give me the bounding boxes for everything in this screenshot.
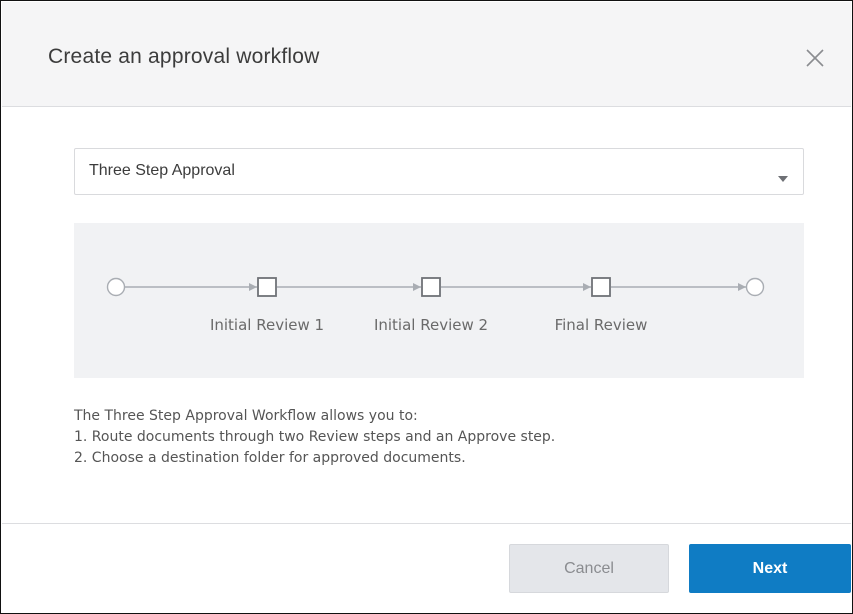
step-label-final-review: Final Review [554, 316, 648, 334]
step-node-1-icon [257, 277, 277, 297]
description-line: The Three Step Approval Workflow allows … [74, 408, 418, 424]
close-icon[interactable] [803, 46, 827, 70]
description-line: 1. Route documents through two Review st… [74, 429, 556, 445]
caret-down-icon [778, 169, 788, 182]
approval-workflow-dialog: Create an approval workflow Three Step A… [0, 0, 853, 614]
dialog-header: Create an approval workflow [2, 2, 851, 107]
end-node-icon [745, 277, 765, 297]
dialog-title: Create an approval workflow [48, 45, 320, 68]
step-label-initial-review-1: Initial Review 1 [209, 316, 325, 334]
footer-divider [2, 523, 851, 524]
workflow-template-select[interactable]: Three Step Approval [74, 148, 804, 195]
step-node-2-icon [421, 277, 441, 297]
workflow-template-value: Three Step Approval [89, 162, 235, 179]
workflow-diagram-graphic [106, 277, 765, 297]
workflow-diagram: Initial Review 1 Initial Review 2 Final … [74, 223, 804, 378]
next-button[interactable]: Next [689, 544, 851, 593]
workflow-description: The Three Step Approval Workflow allows … [74, 406, 555, 469]
cancel-button[interactable]: Cancel [509, 544, 669, 593]
arrowhead-1 [249, 283, 257, 291]
description-line: 2. Choose a destination folder for appro… [74, 450, 466, 466]
start-node-icon [106, 277, 126, 297]
arrowhead-4 [738, 283, 746, 291]
step-label-initial-review-2: Initial Review 2 [373, 316, 489, 334]
arrowhead-2 [413, 283, 421, 291]
arrowhead-3 [583, 283, 591, 291]
step-node-3-icon [591, 277, 611, 297]
